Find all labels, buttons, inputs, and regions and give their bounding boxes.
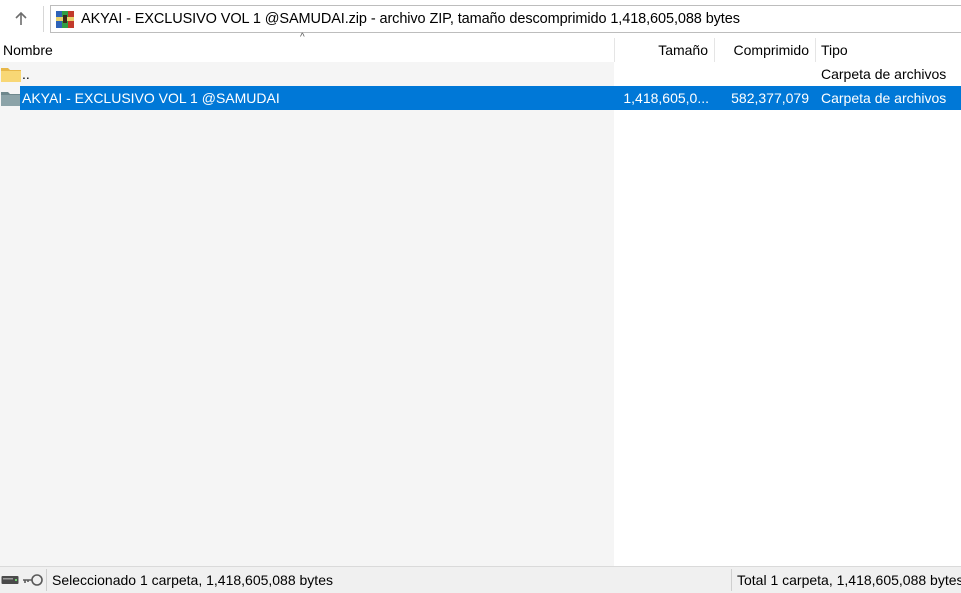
column-header-name-label: Nombre bbox=[3, 42, 53, 58]
item-size bbox=[615, 62, 709, 86]
drive-icon bbox=[1, 576, 19, 584]
item-size: 1,418,605,0... bbox=[623, 90, 709, 106]
toolbar: AKYAI - EXCLUSIVO VOL 1 @SAMUDAI.zip - a… bbox=[0, 0, 961, 38]
name-column-background bbox=[0, 62, 614, 566]
address-text: AKYAI - EXCLUSIVO VOL 1 @SAMUDAI.zip - a… bbox=[81, 11, 740, 27]
column-header: ^ Nombre Tamaño Comprimido Tipo bbox=[0, 32, 961, 62]
toolbar-separator bbox=[43, 6, 44, 32]
item-compressed bbox=[715, 62, 809, 86]
folder-icon bbox=[1, 68, 21, 82]
column-header-type[interactable]: Tipo bbox=[816, 38, 961, 62]
column-header-size[interactable]: Tamaño bbox=[615, 38, 715, 62]
key-icon bbox=[23, 574, 43, 586]
up-folder-button[interactable] bbox=[8, 6, 34, 32]
status-total-text: Total 1 carpeta, 1,418,605,088 bytes bbox=[737, 572, 961, 588]
item-name: .. bbox=[22, 66, 30, 82]
column-header-size-label: Tamaño bbox=[658, 42, 708, 58]
column-header-compressed[interactable]: Comprimido bbox=[715, 38, 816, 62]
column-header-name[interactable]: Nombre bbox=[0, 38, 615, 62]
list-item-parent-folder[interactable]: .. Carpeta de archivos bbox=[0, 62, 961, 86]
item-compressed: 582,377,079 bbox=[731, 90, 809, 106]
arrow-up-icon bbox=[15, 11, 27, 25]
address-bar[interactable]: AKYAI - EXCLUSIVO VOL 1 @SAMUDAI.zip - a… bbox=[50, 5, 961, 33]
status-separator bbox=[46, 569, 47, 591]
status-selection-text: Seleccionado 1 carpeta, 1,418,605,088 by… bbox=[52, 572, 333, 588]
file-list[interactable]: .. Carpeta de archivos AKYAI - EXCLUSIVO… bbox=[0, 62, 961, 566]
status-bar: Seleccionado 1 carpeta, 1,418,605,088 by… bbox=[0, 566, 961, 593]
item-type: Carpeta de archivos bbox=[821, 66, 947, 82]
status-icons bbox=[0, 571, 44, 589]
item-type: Carpeta de archivos bbox=[821, 90, 947, 106]
status-separator bbox=[731, 569, 732, 591]
row-data: .. Carpeta de archivos bbox=[20, 62, 961, 86]
column-header-compressed-label: Comprimido bbox=[733, 42, 809, 58]
winrar-archive-icon bbox=[56, 11, 74, 28]
folder-icon bbox=[1, 92, 21, 106]
item-name: AKYAI - EXCLUSIVO VOL 1 @SAMUDAI bbox=[22, 90, 280, 106]
column-header-type-label: Tipo bbox=[821, 42, 848, 58]
row-data: AKYAI - EXCLUSIVO VOL 1 @SAMUDAI 1,418,6… bbox=[20, 86, 961, 110]
list-item-selected-folder[interactable]: AKYAI - EXCLUSIVO VOL 1 @SAMUDAI 1,418,6… bbox=[0, 86, 961, 110]
